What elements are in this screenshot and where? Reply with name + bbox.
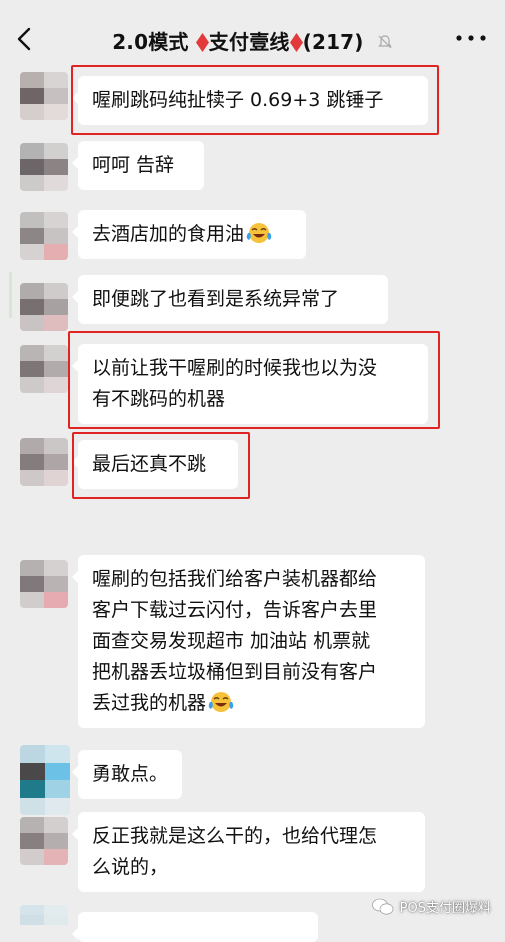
avatar[interactable] xyxy=(20,212,68,260)
avatar[interactable] xyxy=(20,283,68,331)
message-text-line: 客户下载过云闪付，告诉客户去里 xyxy=(92,599,378,621)
watermark: POS支付圈爆料 xyxy=(371,897,491,916)
message-text: 呵呵 告辞 xyxy=(92,154,175,176)
message-text: 勇敢点。 xyxy=(92,763,169,785)
message-text: 即便跳了也看到是系统异常了 xyxy=(92,288,340,310)
highlight-box xyxy=(71,65,439,135)
message-text: 去酒店加的食用油 xyxy=(92,223,245,245)
avatar[interactable] xyxy=(20,745,70,815)
message-bubble[interactable] xyxy=(72,912,318,942)
message-text: 丢过我的机器 xyxy=(92,692,207,714)
message-text-line: 面查交易发现超市 加油站 机票就 xyxy=(92,630,371,652)
message-bubble[interactable]: 去酒店加的食用油 xyxy=(72,210,306,259)
divider xyxy=(9,272,12,318)
watermark-text: POS支付圈爆料 xyxy=(399,901,491,916)
mute-bell-icon xyxy=(378,35,392,49)
avatar[interactable] xyxy=(20,438,68,486)
highlight-box xyxy=(72,432,250,499)
member-count: (217) xyxy=(302,30,364,54)
chat-title: 2.0模式 支付壹线 (217) xyxy=(0,26,505,55)
message-text-line: 喔刷的包括我们给客户装机器都给 xyxy=(92,568,378,590)
avatar[interactable] xyxy=(20,905,68,935)
title-group: 支付壹线 xyxy=(208,30,290,54)
message-text-line: 么说的， xyxy=(92,856,169,878)
avatar[interactable] xyxy=(20,345,68,393)
avatar[interactable] xyxy=(20,72,68,120)
message-bubble[interactable]: 喔刷的包括我们给客户装机器都给 客户下载过云闪付，告诉客户去里 面查交易发现超市… xyxy=(72,555,425,728)
title-prefix: 2.0模式 xyxy=(112,30,189,54)
message-bubble[interactable]: 勇敢点。 xyxy=(72,750,182,799)
wechat-logo-icon xyxy=(371,898,393,914)
crying-laughing-emoji-icon xyxy=(246,223,272,243)
message-bubble[interactable]: 呵呵 告辞 xyxy=(72,141,204,190)
avatar[interactable] xyxy=(20,143,68,191)
red-diamond-icon xyxy=(195,33,209,52)
avatar[interactable] xyxy=(20,817,68,865)
more-options-icon[interactable] xyxy=(455,31,487,45)
message-text-line: 反正我就是这么干的，也给代理怎 xyxy=(92,825,378,847)
avatar[interactable] xyxy=(20,560,68,608)
message-text-line: 丢过我的机器 xyxy=(92,688,411,719)
message-text-line: 把机器丢垃圾桶但到目前没有客户 xyxy=(92,661,378,683)
crying-laughing-emoji-icon xyxy=(208,692,234,712)
message-bubble[interactable]: 反正我就是这么干的，也给代理怎 么说的， xyxy=(72,812,425,892)
message-bubble[interactable]: 即便跳了也看到是系统异常了 xyxy=(72,275,388,324)
highlight-box xyxy=(68,331,440,429)
red-diamond-icon xyxy=(289,33,303,52)
